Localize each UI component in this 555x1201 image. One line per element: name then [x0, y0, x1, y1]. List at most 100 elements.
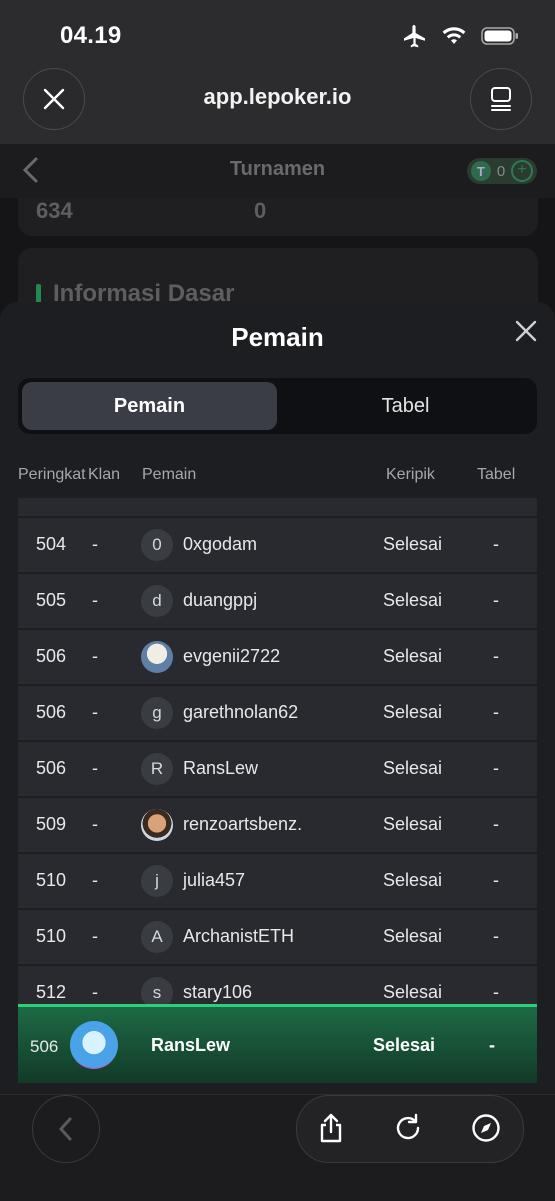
avatar: R: [141, 753, 173, 785]
avatar: s: [141, 977, 173, 1006]
clan-cell: -: [92, 870, 98, 890]
table-cell: -: [493, 870, 499, 890]
browser-toolbar: [0, 1094, 555, 1201]
table-row[interactable]: 504 - 0 0xgodam Selesai -: [18, 518, 537, 572]
coin-balance[interactable]: T 0 +: [467, 158, 537, 184]
tab-pemain[interactable]: Pemain: [22, 382, 277, 430]
segmented-control: Pemain Tabel: [18, 378, 537, 434]
player-list[interactable]: 504 - 0 0xgodam Selesai - 505 - d duangppj Selesai…: [18, 498, 537, 1006]
avatar: 0: [141, 529, 173, 561]
chips-cell: Selesai: [383, 982, 443, 1002]
status-time: 04.19: [60, 22, 122, 49]
stat-right: 0: [254, 198, 267, 223]
clan-cell: -: [92, 702, 98, 722]
player-name-cell: evgenii2722: [183, 646, 281, 666]
chips-cell: Selesai: [383, 702, 443, 722]
table-row[interactable]: 505 - d duangppj Selesai -: [18, 574, 537, 628]
my-table: -: [489, 1035, 495, 1055]
table-row[interactable]: 512 - s stary106 Selesai -: [18, 966, 537, 1006]
chevron-left-icon: [58, 1117, 72, 1141]
clan-cell: -: [92, 646, 98, 666]
tab-tabel[interactable]: Tabel: [278, 382, 533, 430]
avatar: A: [141, 921, 173, 953]
close-icon[interactable]: [513, 318, 539, 344]
wifi-icon: [442, 27, 466, 44]
col-table[interactable]: Tabel: [477, 466, 515, 484]
coin-count: 0: [496, 162, 506, 180]
airplane-icon: [404, 25, 425, 48]
avatar: d: [141, 585, 173, 617]
tether-icon: T: [471, 161, 491, 181]
table-cell: -: [493, 814, 499, 834]
rank-cell: 512: [36, 982, 67, 1002]
player-name-cell: ArchanistETH: [183, 926, 295, 946]
table-row[interactable]: 506 - evgenii2722 Selesai -: [18, 630, 537, 684]
browser-bar: app.lepoker.io: [0, 62, 555, 144]
add-coin-icon[interactable]: +: [511, 160, 533, 182]
player-name-cell: julia457: [183, 870, 246, 890]
reader-menu-button[interactable]: [470, 68, 532, 130]
battery-icon: [481, 27, 518, 45]
player-name-cell: renzoartsbenz.: [183, 814, 303, 834]
clan-cell: -: [92, 926, 98, 946]
table-row[interactable]: 510 - j julia457 Selesai -: [18, 854, 537, 908]
my-avatar: [70, 1021, 118, 1069]
my-chips: Selesai: [373, 1035, 436, 1055]
rank-cell: 506: [36, 702, 67, 722]
table-cell: -: [493, 758, 499, 778]
table-row-partial: [18, 498, 537, 516]
avatar: j: [141, 865, 173, 897]
player-name-cell: RansLew: [183, 758, 259, 778]
player-name-cell: stary106: [183, 982, 253, 1002]
rank-cell: 510: [36, 926, 67, 946]
status-icons: [401, 24, 519, 48]
chips-cell: Selesai: [383, 870, 443, 890]
share-icon[interactable]: [315, 1112, 347, 1144]
chips-cell: Selesai: [383, 590, 443, 610]
col-clan[interactable]: Klan: [88, 466, 120, 484]
rank-cell: 509: [36, 814, 67, 834]
player-name-cell: garethnolan62: [183, 702, 299, 722]
chips-cell: Selesai: [383, 646, 443, 666]
avatar: [141, 809, 173, 841]
clan-cell: -: [92, 814, 98, 834]
rank-cell: 506: [36, 758, 67, 778]
avatar: [141, 641, 173, 673]
table-cell: -: [493, 926, 499, 946]
col-chips[interactable]: Keripik: [386, 466, 435, 484]
my-name: RansLew: [151, 1035, 231, 1055]
table-cell: -: [493, 590, 499, 610]
stats-card: 634 0: [18, 198, 538, 236]
clan-cell: -: [92, 534, 98, 554]
table-cell: -: [493, 982, 499, 1002]
player-name-cell: 0xgodam: [183, 534, 258, 554]
table-row[interactable]: 509 - renzoartsbenz. Selesai -: [18, 798, 537, 852]
table-cell: -: [493, 646, 499, 666]
table-row[interactable]: 506 - g garethnolan62 Selesai -: [18, 686, 537, 740]
avatar: g: [141, 697, 173, 729]
status-bar: 04.19: [0, 0, 555, 62]
col-rank[interactable]: Peringkat: [18, 466, 86, 484]
clan-cell: -: [92, 590, 98, 610]
rank-cell: 504: [36, 534, 67, 554]
col-player[interactable]: Pemain: [142, 466, 196, 484]
toolbar-actions: [296, 1095, 524, 1163]
rank-cell: 510: [36, 870, 67, 890]
rank-cell: 505: [36, 590, 67, 610]
compass-icon[interactable]: [470, 1112, 502, 1144]
rank-cell: 506: [36, 646, 67, 666]
table-row[interactable]: 506 - R RansLew Selesai -: [18, 742, 537, 796]
stat-left: 634: [36, 198, 73, 223]
chips-cell: Selesai: [383, 534, 443, 554]
back-button[interactable]: [32, 1095, 100, 1163]
table-header: Peringkat Klan Pemain Keripik Tabel: [18, 454, 537, 498]
my-player-row[interactable]: 506 RansLew Selesai -: [18, 1004, 537, 1083]
clan-cell: -: [92, 758, 98, 778]
reload-icon[interactable]: [392, 1112, 424, 1144]
player-name-cell: duangppj: [183, 590, 258, 610]
players-sheet: Pemain Pemain Tabel Peringkat Klan Pemai…: [0, 302, 555, 1094]
chips-cell: Selesai: [383, 926, 443, 946]
section-accent-bar: [36, 284, 41, 304]
table-row[interactable]: 510 - A ArchanistETH Selesai -: [18, 910, 537, 964]
chips-cell: Selesai: [383, 814, 443, 834]
